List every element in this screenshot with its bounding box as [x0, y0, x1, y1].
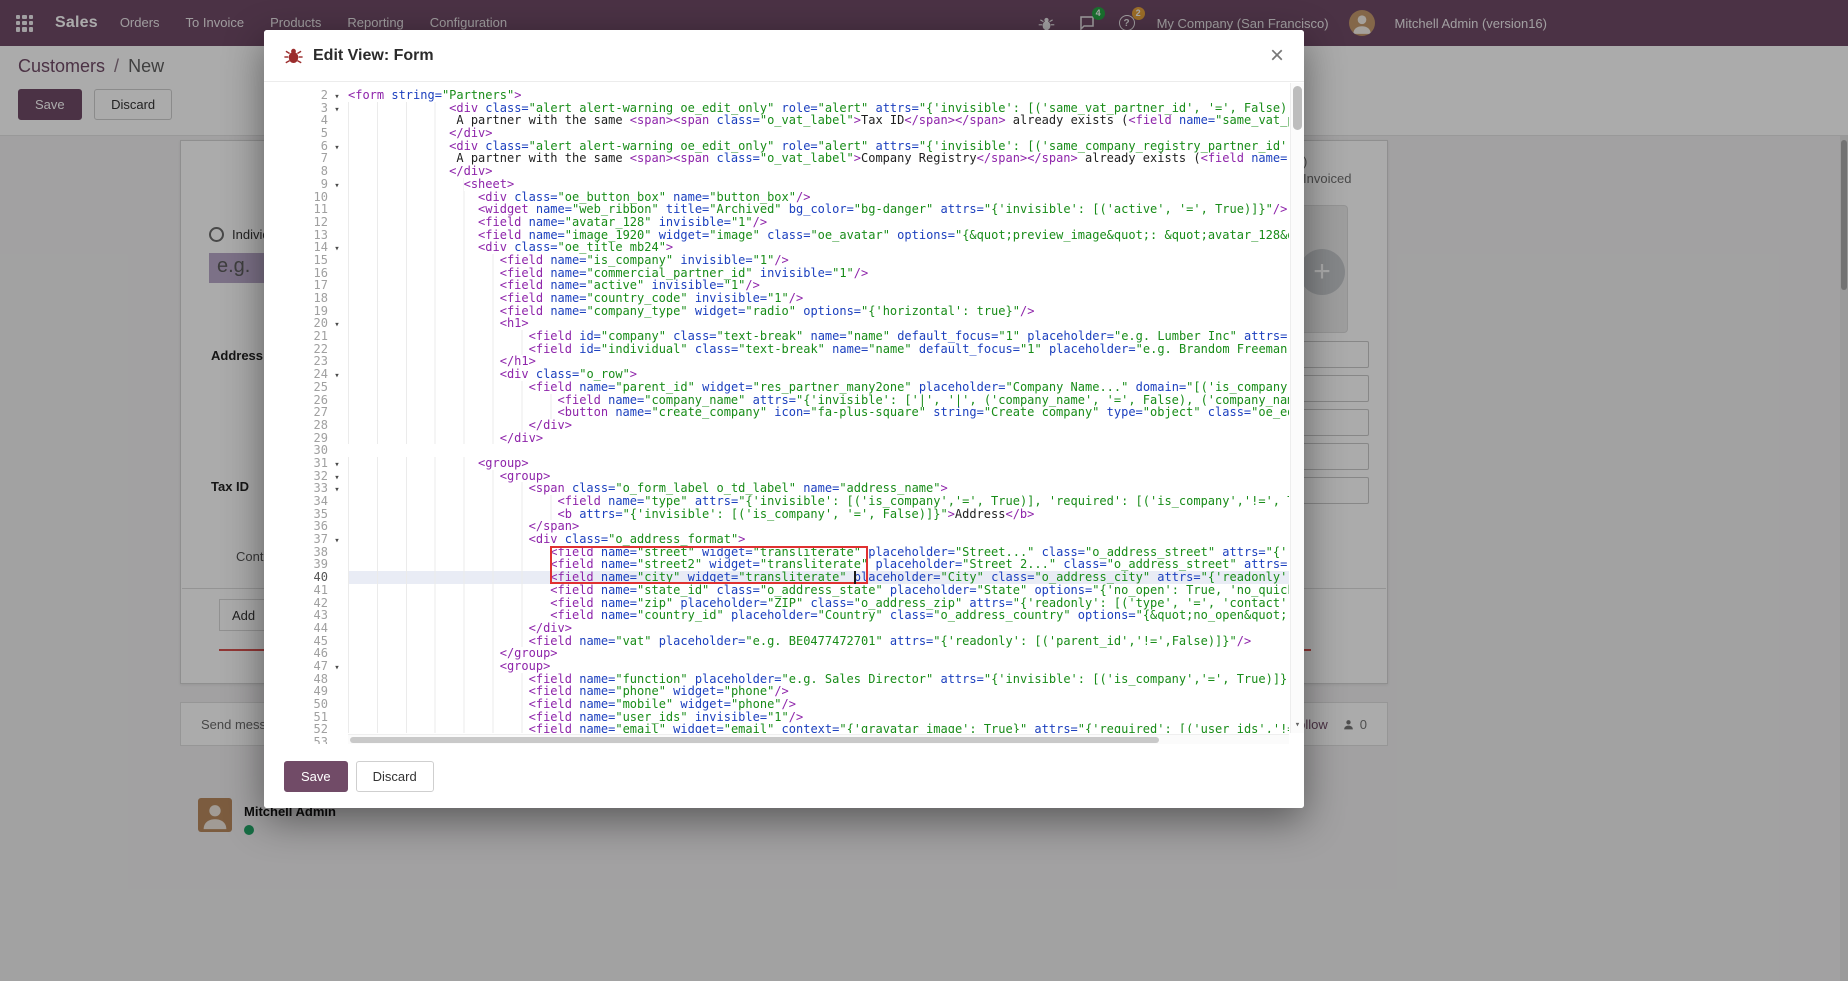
dialog-header: Edit View: Form ×: [264, 30, 1304, 82]
line-number: 21: [288, 330, 328, 343]
dialog-title: Edit View: Form: [313, 47, 434, 65]
scroll-down-arrow-icon[interactable]: ▾: [1291, 719, 1304, 732]
edit-view-dialog: Edit View: Form × 2▾3▾456▾789▾1011121314…: [264, 30, 1304, 808]
code-line-52[interactable]: <field name="email" widget="email" conte…: [348, 723, 1289, 733]
line-number: 37: [288, 533, 328, 546]
dialog-save-button[interactable]: Save: [284, 761, 348, 792]
code-line-43[interactable]: <field name="country_id" placeholder="Co…: [348, 609, 1289, 622]
line-number: 25: [288, 381, 328, 394]
code-line-29[interactable]: </div>: [348, 432, 1289, 445]
line-number: 12: [288, 216, 328, 229]
vertical-scrollbar-thumb[interactable]: [1293, 86, 1302, 130]
line-number: 28: [288, 419, 328, 432]
line-number: 50: [288, 698, 328, 711]
editor-code[interactable]: <form string="Partners"> <div class="ale…: [348, 89, 1289, 733]
code-editor[interactable]: 2▾3▾456▾789▾1011121314▾151617181920▾2122…: [264, 83, 1304, 744]
line-number: 43: [288, 609, 328, 622]
line-number: 41: [288, 584, 328, 597]
line-number: 53: [288, 736, 328, 744]
code-line-31[interactable]: <group>: [348, 457, 1289, 470]
line-number: 40: [288, 571, 328, 584]
code-line-28[interactable]: </div>: [348, 419, 1289, 432]
line-number: 27: [288, 406, 328, 419]
editor-horizontal-scrollbar[interactable]: [348, 734, 1289, 744]
line-number: 47: [288, 660, 328, 673]
code-line-50[interactable]: <field name="mobile" widget="phone"/>: [348, 698, 1289, 711]
line-number: 5: [288, 127, 328, 140]
dialog-footer: Save Discard: [264, 744, 1304, 808]
line-number: 11: [288, 203, 328, 216]
dialog-discard-button[interactable]: Discard: [356, 761, 434, 792]
line-number: 18: [288, 292, 328, 305]
editor-gutter: 2▾3▾456▾789▾1011121314▾151617181920▾2122…: [284, 89, 346, 744]
line-number: 44: [288, 622, 328, 635]
line-number: 24: [288, 368, 328, 381]
bug-icon: [284, 46, 303, 65]
line-number: 15: [288, 254, 328, 267]
close-icon[interactable]: ×: [1270, 44, 1284, 68]
code-line-27[interactable]: <button name="create_company" icon="fa-p…: [348, 406, 1289, 419]
line-number: 8: [288, 165, 328, 178]
line-number: 34: [288, 495, 328, 508]
line-number: 2: [288, 89, 328, 102]
editor-vertical-scrollbar[interactable]: ▾: [1290, 83, 1304, 733]
horizontal-scrollbar-thumb[interactable]: [350, 737, 1159, 743]
line-number: 31: [288, 457, 328, 470]
line-number: 9: [288, 178, 328, 191]
